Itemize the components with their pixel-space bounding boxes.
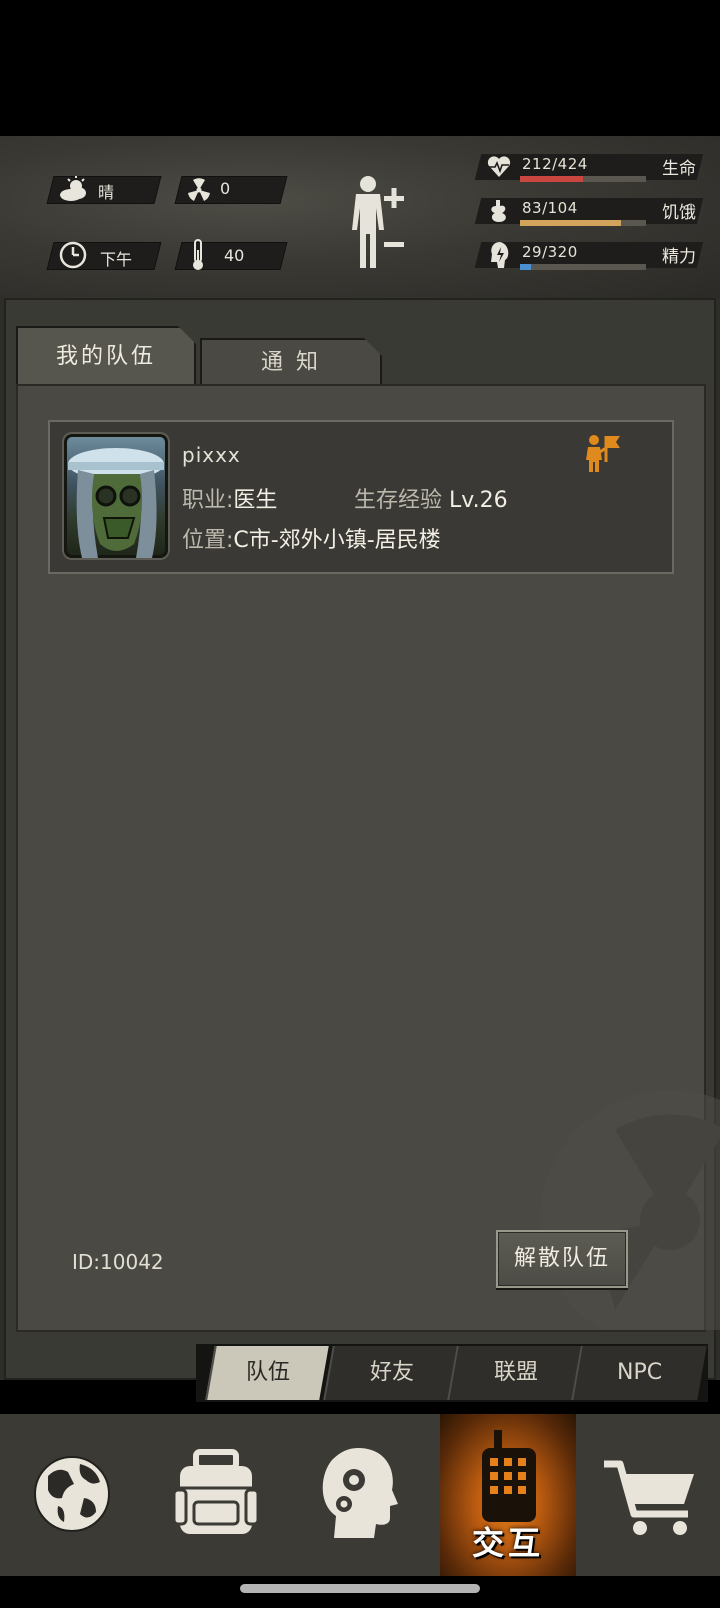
hunger-label: 饥饿 [662,203,696,223]
heart-icon [487,156,511,177]
nav-interact[interactable]: 交互 [440,1414,576,1576]
thermometer-icon [193,239,203,270]
doctor-portrait-icon [68,448,164,558]
radiation-value: 0 [220,179,231,198]
subtab-team[interactable]: 队伍 [205,1346,329,1400]
exp-label: 生存经验 [354,488,443,513]
globe-icon [34,1456,110,1532]
health-label: 生命 [662,159,696,179]
member-experience: 生存经验 Lv.26 [354,482,508,514]
cloud-sun-icon [60,176,86,201]
nav-shop[interactable] [576,1414,720,1576]
nav-interact-label: 交互 [471,1524,544,1562]
subtab-alliance-label: 联盟 [493,1360,538,1385]
radio-icon [482,1430,536,1522]
member-location: 位置:C市-郊外小镇-居民楼 [182,522,441,554]
disband-team-button[interactable]: 解散队伍 [496,1230,628,1288]
subtab-team-label: 队伍 [245,1360,290,1385]
team-id: ID:10042 [72,1250,164,1274]
level-value: Lv.26 [449,488,508,513]
status-hud: 晴 0 下午 40 212/424 生命 83/104 饥饿 29/320 精力 [0,136,720,298]
location-label: 位置: [182,528,234,553]
subtab-alliance[interactable]: 联盟 [447,1346,583,1400]
member-name: pixxx [182,443,241,467]
time-value: 下午 [100,250,133,269]
job-label: 职业: [182,488,234,513]
radiation-watermark-icon [540,1090,720,1330]
subtab-friends[interactable]: 好友 [323,1346,459,1400]
location-value: C市-郊外小镇-居民楼 [233,528,441,553]
nav-inventory[interactable] [144,1414,288,1576]
tab-my-team[interactable]: 我的队伍 [16,326,196,386]
nav-world[interactable] [0,1414,144,1576]
energy-value: 29/320 [522,243,578,261]
stomach-icon [491,200,506,222]
energy-meter [520,264,646,270]
energy-icon [491,242,509,268]
body-status-icon[interactable] [346,174,408,272]
weather-value: 晴 [98,183,115,202]
temperature-value: 40 [224,246,245,265]
clock-icon [59,241,87,269]
member-job: 职业:医生 [182,482,277,514]
radiation-icon [188,178,210,201]
subtab-npc[interactable]: NPC [571,1346,707,1400]
nav-skills[interactable] [288,1414,432,1576]
hunger-value: 83/104 [522,199,578,217]
tab-notice[interactable]: 通 知 [200,338,382,386]
health-meter [520,176,646,182]
backpack-icon [172,1449,260,1534]
cart-icon [604,1460,694,1535]
avatar[interactable] [64,434,168,558]
subtab-friends-label: 好友 [369,1360,414,1385]
leader-flag-icon [586,435,620,472]
brain-skills-icon [322,1448,398,1538]
energy-label: 精力 [662,247,696,267]
hunger-meter [520,220,646,226]
job-value: 医生 [233,488,278,513]
home-indicator[interactable] [240,1584,480,1593]
subtab-npc-label: NPC [617,1360,663,1385]
health-value: 212/424 [522,155,588,173]
